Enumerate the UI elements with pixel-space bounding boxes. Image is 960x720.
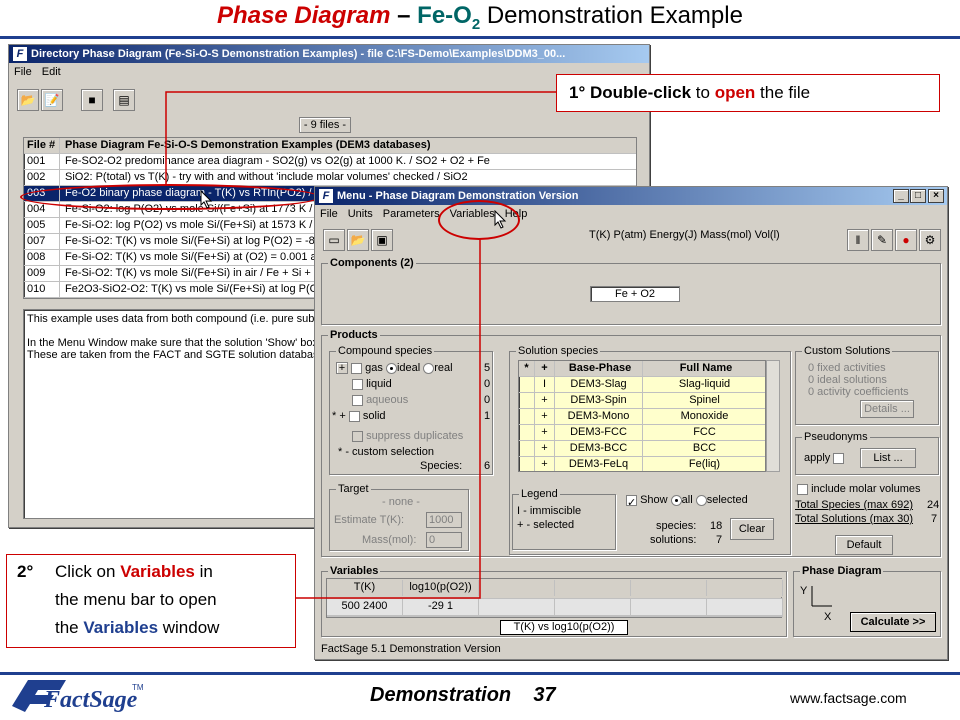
footer-url: www.factsage.com [790,690,907,706]
logo-tm: TM [132,683,144,692]
callout-step-2: 2° Click on Variables in the menu bar to… [6,554,296,648]
factsage-logo: FactSage TM [8,676,148,716]
logo-text: FactSage [43,687,138,713]
footer-page-label: Demonstration 37 [370,684,556,706]
callout-step-1: 1° Double-click to open the file [556,74,940,112]
factsage-logo-icon: FactSage TM [12,680,144,713]
footer-divider [0,672,960,675]
